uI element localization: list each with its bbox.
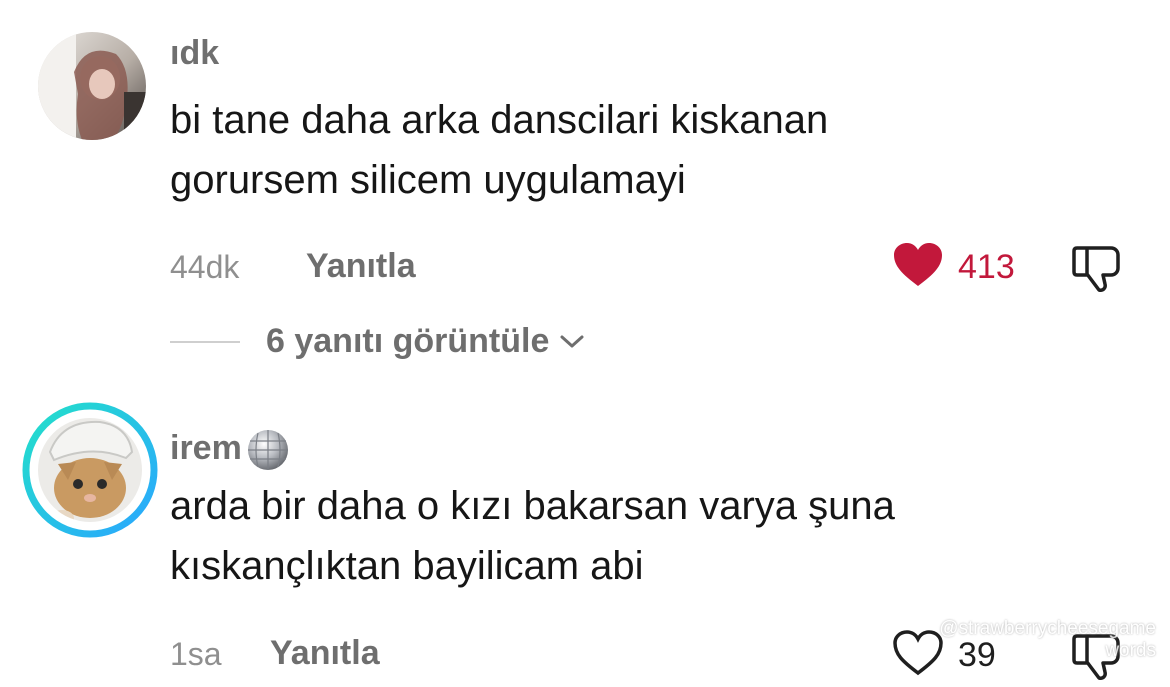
like-count: 413 bbox=[958, 248, 1015, 286]
comment-username[interactable]: ıdk bbox=[170, 34, 219, 73]
disco-ball-icon bbox=[244, 424, 292, 472]
reply-button[interactable]: Yanıtla bbox=[270, 634, 380, 673]
reply-button[interactable]: Yanıtla bbox=[306, 247, 416, 286]
thumbs-down-icon bbox=[1071, 246, 1123, 298]
like-button[interactable]: 413 bbox=[892, 242, 1015, 293]
view-replies-label: 6 yanıtı görüntüle bbox=[266, 322, 550, 360]
comment-text-line: arda bir daha o kızı bakarsan varya şuna bbox=[170, 484, 895, 528]
chevron-down-icon bbox=[559, 334, 585, 350]
view-replies-button[interactable]: 6 yanıtı görüntüle bbox=[170, 322, 585, 361]
dislike-button[interactable] bbox=[1071, 242, 1123, 299]
heart-outline-icon bbox=[892, 630, 944, 681]
comment-text-line: bi tane daha arka danscilari kiskanan bbox=[170, 98, 829, 142]
comment-timestamp: 1sa bbox=[170, 636, 222, 672]
avatar-idk[interactable] bbox=[38, 32, 146, 140]
replies-divider bbox=[170, 340, 240, 343]
comment-text: bi tane daha arka danscilari kiskanan go… bbox=[170, 90, 1070, 210]
watermark: @strawberrycheesegame words bbox=[939, 618, 1156, 662]
heart-filled-icon bbox=[892, 242, 944, 293]
comment-text: arda bir daha o kızı bakarsan varya şuna… bbox=[170, 476, 1070, 596]
watermark-handle: @strawberrycheesegame bbox=[939, 618, 1156, 639]
comment-1: ıdk bi tane daha arka danscilari kiskana… bbox=[0, 0, 1170, 390]
avatar-irem[interactable] bbox=[22, 402, 158, 538]
comment-text-line: gorursem silicem uygulamayi bbox=[170, 158, 686, 202]
watermark-caption: words bbox=[1105, 640, 1156, 661]
thumbs-down-icon bbox=[1071, 634, 1123, 686]
comment-2: irem arda bir daha o kızı bakarsan varya… bbox=[0, 390, 1170, 680]
comment-text-line: kıskançlıktan bayilicam abi bbox=[170, 544, 644, 588]
comment-username[interactable]: irem bbox=[170, 424, 292, 472]
comment-timestamp: 44dk bbox=[170, 249, 240, 285]
username-text: irem bbox=[170, 428, 242, 467]
